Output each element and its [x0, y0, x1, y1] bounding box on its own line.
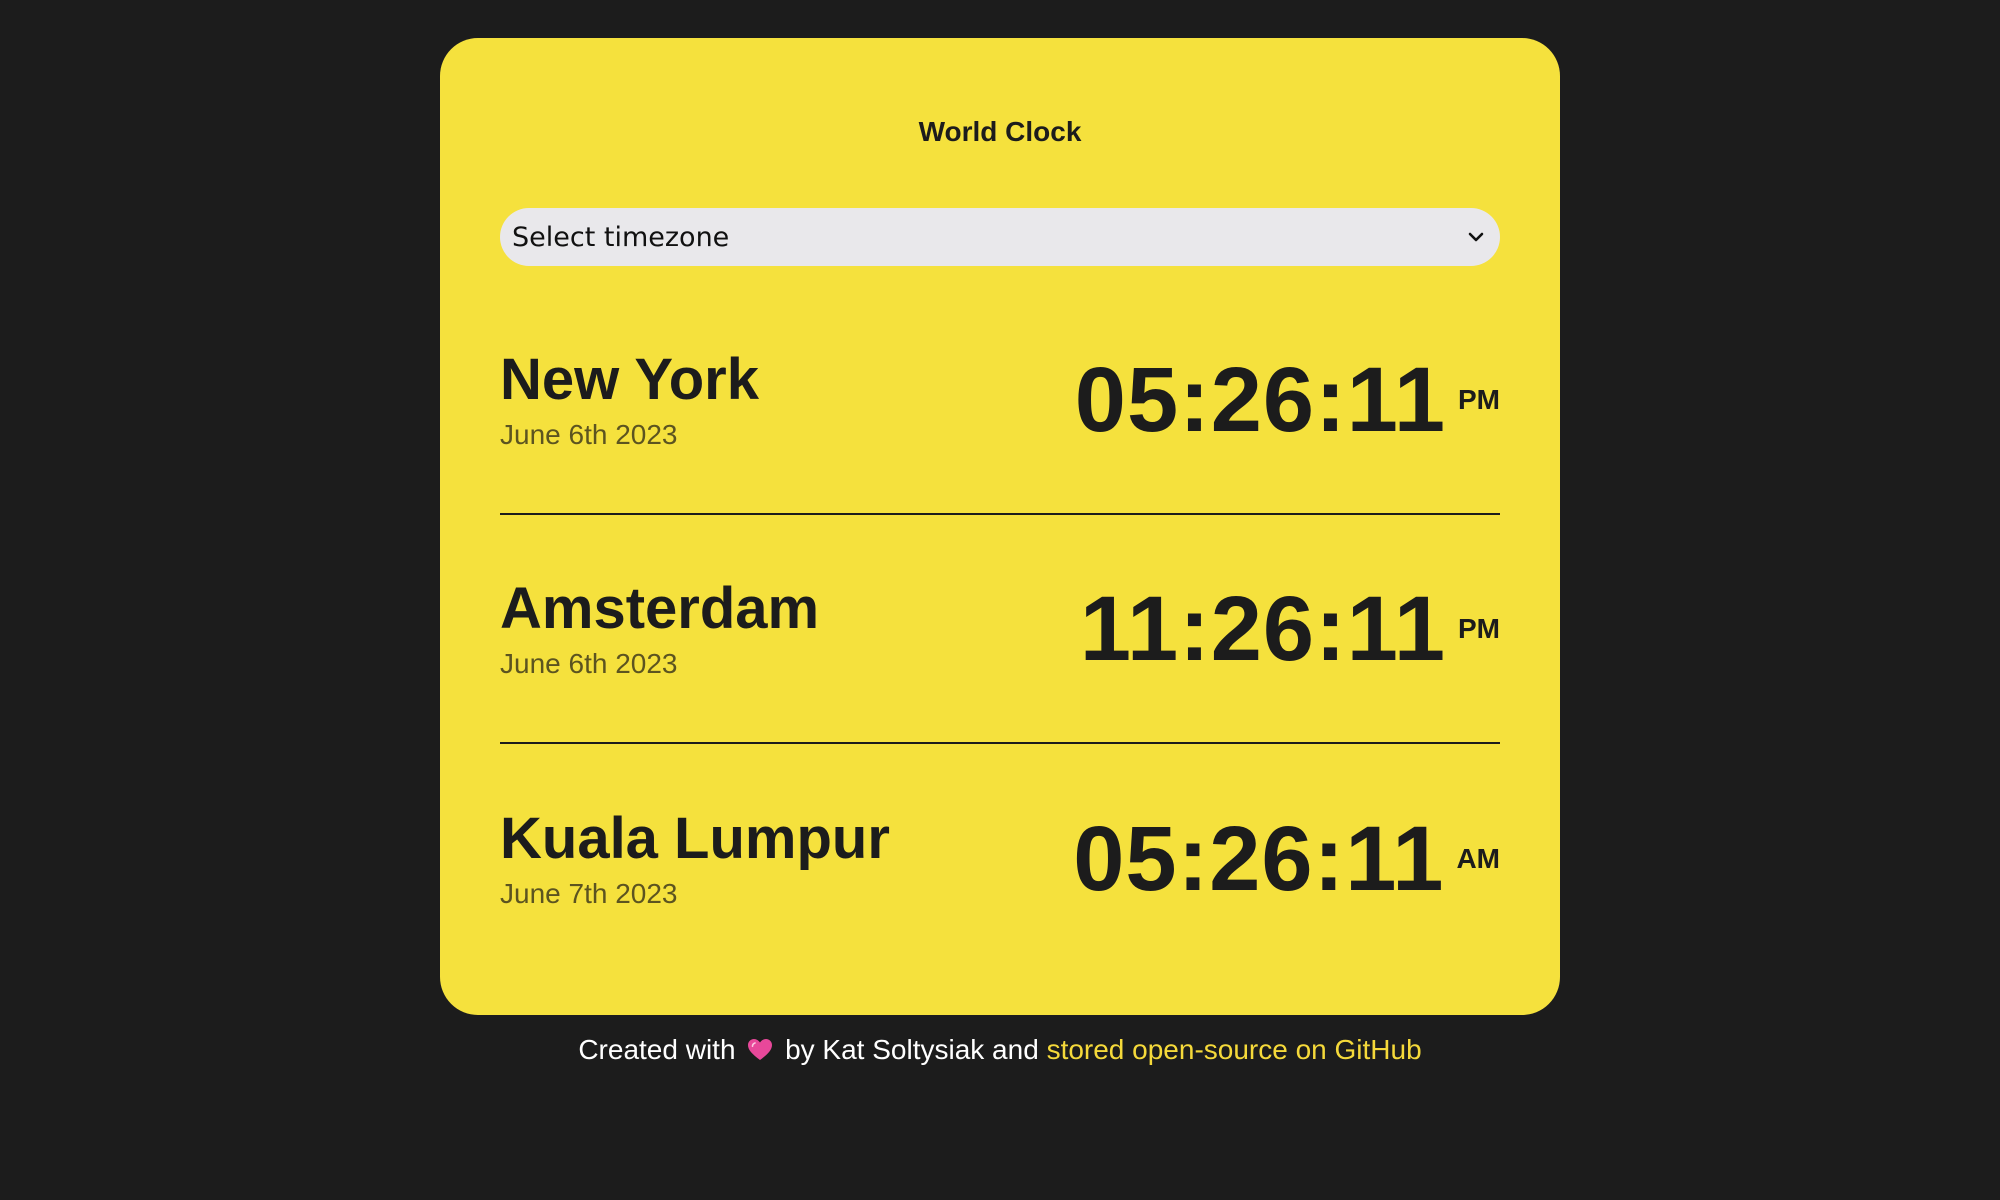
- city-date: June 6th 2023: [500, 648, 678, 680]
- heart-icon: [748, 1039, 773, 1060]
- city-name: Kuala Lumpur: [500, 805, 890, 871]
- city-row-new-york: New York June 6th 2023 05:26:11 PM: [500, 268, 1500, 515]
- app-title: World Clock: [918, 116, 1082, 147]
- city-time: 05:26:11: [1074, 348, 1446, 451]
- city-time: 11:26:11: [1079, 577, 1446, 680]
- city-ampm: PM: [1458, 383, 1500, 415]
- github-link[interactable]: stored open-source on GitHub: [1047, 1034, 1422, 1065]
- city-ampm: AM: [1456, 842, 1500, 874]
- timezone-select-value: Select timezone: [512, 221, 730, 253]
- chevron-down-icon: [1468, 232, 1484, 242]
- city-date: June 7th 2023: [500, 878, 678, 910]
- city-row-amsterdam: Amsterdam June 6th 2023 11:26:11 PM: [500, 515, 1500, 744]
- world-clock-card: World Clock Select timezone New York Jun…: [440, 38, 1560, 1015]
- city-date: June 6th 2023: [500, 419, 678, 451]
- footer-prefix: Created with: [578, 1034, 736, 1065]
- city-ampm: PM: [1458, 612, 1500, 644]
- city-name: Amsterdam: [500, 575, 820, 641]
- city-row-kuala-lumpur: Kuala Lumpur June 7th 2023 05:26:11 AM: [500, 744, 1500, 973]
- timezone-select[interactable]: Select timezone: [500, 208, 1500, 266]
- city-name: New York: [500, 346, 759, 412]
- footer-middle: by Kat Soltysiak and: [785, 1034, 1039, 1065]
- city-time: 05:26:11: [1073, 807, 1445, 910]
- footer: Created with by Kat Soltysiak and stored…: [0, 1034, 2000, 1066]
